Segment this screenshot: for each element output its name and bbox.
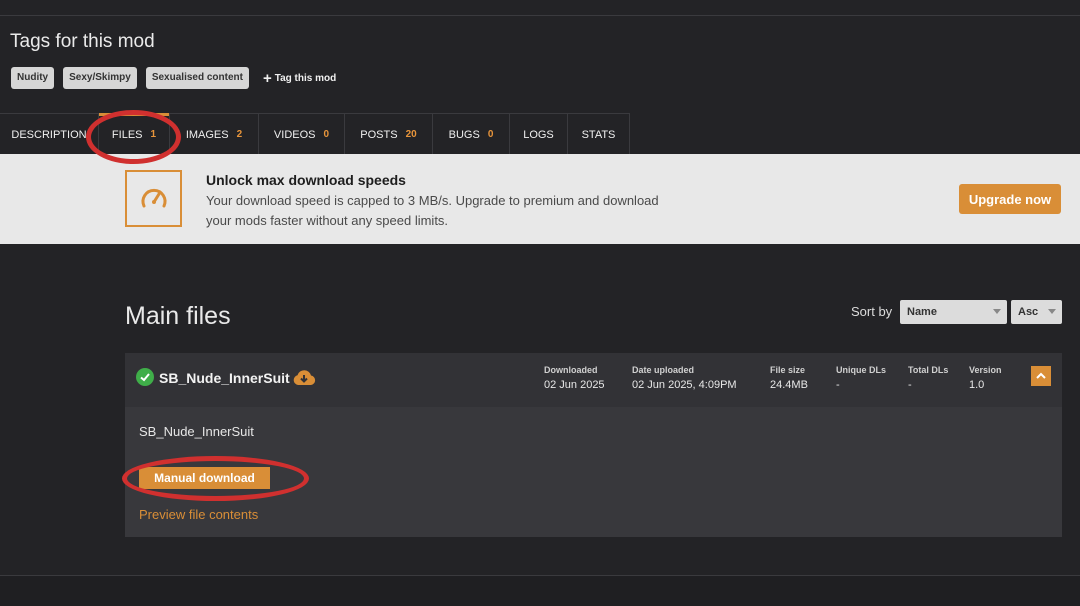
sort-field-value: Name — [907, 306, 937, 318]
tags-title: Tags for this mod — [10, 31, 155, 52]
chevron-down-icon — [993, 309, 1001, 314]
tag-this-mod-link[interactable]: + Tag this mod — [263, 71, 336, 86]
preview-file-contents-link[interactable]: Preview file contents — [139, 507, 258, 522]
tag-chip[interactable]: Sexualised content — [145, 67, 249, 89]
manual-download-button[interactable]: Manual download — [139, 467, 270, 489]
tab-label: IMAGES — [185, 128, 229, 141]
tab-videos[interactable]: VIDEOS 0 — [259, 114, 345, 155]
file-card: SB_Nude_InnerSuit Downloaded 02 Jun 2025… — [125, 353, 1062, 537]
chevron-up-icon — [1036, 372, 1046, 379]
meta-date-uploaded: Date uploaded 02 Jun 2025, 4:09PM — [632, 365, 737, 391]
chevron-down-icon — [1048, 309, 1056, 314]
banner-text: Your download speed is capped to 3 MB/s.… — [206, 193, 659, 228]
collapse-button[interactable] — [1031, 366, 1051, 386]
meta-label: Total DLs — [908, 365, 949, 375]
tab-count: 0 — [323, 129, 330, 140]
meta-label: Version — [969, 365, 1002, 375]
tab-count: 2 — [236, 129, 243, 140]
meta-unique-dls: Unique DLs - — [836, 365, 886, 391]
tab-files[interactable]: FILES 1 — [99, 113, 170, 155]
upgrade-now-button[interactable]: Upgrade now — [959, 184, 1061, 214]
meta-value: 1.0 — [969, 379, 985, 391]
tab-logs[interactable]: LOGS — [510, 114, 568, 155]
tag-this-mod-label: Tag this mod — [274, 72, 337, 84]
tab-bugs[interactable]: BUGS 0 — [433, 114, 510, 155]
meta-value: 02 Jun 2025, 4:09PM — [632, 379, 737, 391]
tab-label: BUGS — [448, 128, 480, 141]
cloud-download-icon[interactable] — [292, 369, 316, 392]
meta-total-dls: Total DLs - — [908, 365, 948, 391]
tab-label: POSTS — [360, 128, 398, 141]
meta-value: - — [836, 379, 840, 391]
tab-count: 20 — [405, 129, 417, 140]
tag-list: Nudity Sexy/Skimpy Sexualised content + … — [11, 67, 336, 89]
downloaded-check-icon — [136, 368, 154, 386]
tab-label: FILES — [111, 128, 143, 141]
tab-label: VIDEOS — [273, 128, 316, 141]
tab-label: STATS — [581, 128, 616, 141]
meta-version: Version 1.0 — [969, 365, 1002, 391]
plus-icon: + — [262, 69, 272, 87]
main-files-title: Main files — [125, 302, 231, 330]
meta-file-size: File size 24.4MB — [770, 365, 808, 391]
tab-description[interactable]: DESCRIPTION — [0, 114, 99, 155]
tag-chip[interactable]: Sexy/Skimpy — [63, 67, 137, 89]
bottom-bar — [0, 576, 1080, 606]
mod-tabs: DESCRIPTION FILES 1 IMAGES 2 VIDEOS 0 PO… — [0, 113, 630, 155]
meta-label: Date uploaded — [632, 365, 695, 375]
premium-banner: Unlock max download speeds Your download… — [0, 154, 1080, 244]
meta-value: - — [908, 379, 912, 391]
meta-label: File size — [770, 365, 806, 375]
tab-label: DESCRIPTION — [11, 128, 87, 141]
meta-value: 02 Jun 2025 — [544, 379, 605, 391]
top-divider — [0, 15, 1080, 16]
tag-chip[interactable]: Nudity — [11, 67, 55, 89]
meta-value: 24.4MB — [770, 379, 808, 391]
tab-label: LOGS — [523, 128, 554, 141]
file-description: SB_Nude_InnerSuit — [139, 424, 254, 439]
sort-field-select[interactable]: Name — [900, 300, 1007, 324]
tab-posts[interactable]: POSTS 20 — [345, 114, 433, 155]
sort-order-select[interactable]: Asc — [1011, 300, 1062, 324]
tab-count: 1 — [150, 129, 157, 140]
file-name: SB_Nude_InnerSuit — [159, 370, 290, 386]
banner-title: Unlock max download speeds — [206, 172, 406, 188]
speedometer-icon — [125, 170, 182, 227]
sort-by-label: Sort by — [851, 304, 893, 319]
file-header[interactable]: SB_Nude_InnerSuit Downloaded 02 Jun 2025… — [125, 353, 1062, 407]
tab-images[interactable]: IMAGES 2 — [170, 114, 259, 155]
tab-stats[interactable]: STATS — [568, 114, 630, 155]
meta-label: Downloaded — [544, 365, 598, 375]
tab-count: 0 — [487, 129, 494, 140]
meta-label: Unique DLs — [836, 365, 887, 375]
meta-downloaded: Downloaded 02 Jun 2025 — [544, 365, 605, 391]
sort-order-value: Asc — [1018, 306, 1039, 318]
